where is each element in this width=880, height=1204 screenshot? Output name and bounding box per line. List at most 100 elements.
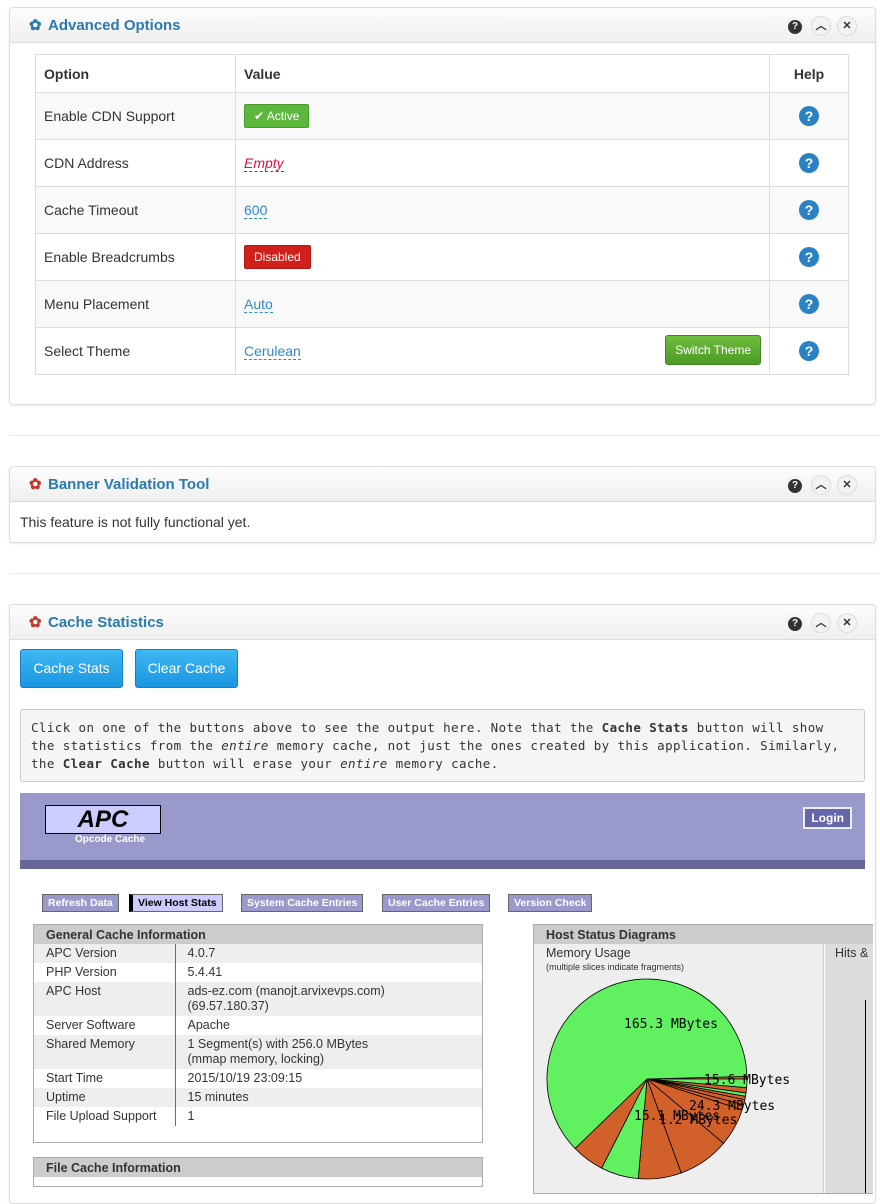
info-value: 5.4.41	[175, 963, 482, 982]
help-icon[interactable]: ?	[785, 614, 805, 634]
hits-label: Hits &	[835, 946, 869, 960]
pie-label: 1.2 MBytes	[659, 1113, 737, 1128]
table-row: File Upload Support 1	[34, 1107, 482, 1126]
active-toggle[interactable]: ✔ Active	[244, 104, 310, 128]
apc-logo-subtitle: Opcode Cache	[75, 834, 146, 845]
panel-header: ✿ Advanced Options ? ︿ ✕	[10, 8, 875, 43]
table-row: APC Host ads-ez.com (manojt.arvixevps.com…	[34, 982, 482, 1016]
help-icon[interactable]: ?	[799, 153, 819, 173]
apc-logo: APC	[45, 805, 161, 834]
collapse-icon[interactable]: ︿	[811, 613, 831, 633]
help-icon[interactable]: ?	[799, 200, 819, 220]
table-row: Cache Timeout 600 ?	[35, 186, 849, 234]
disabled-toggle[interactable]: Disabled	[244, 245, 311, 269]
table-row: Shared Memory 1 Segment(s) with 256.0 MBy…	[34, 1035, 482, 1069]
table-row: CDN Address Empty ?	[35, 139, 849, 187]
table-row: Enable CDN Support ✔ Active ?	[35, 92, 849, 140]
view-host-stats-tab[interactable]: View Host Stats	[129, 894, 223, 912]
table-row: Start Time 2015/10/19 23:09:15	[34, 1069, 482, 1088]
system-cache-entries-tab[interactable]: System Cache Entries	[241, 894, 364, 912]
gear-icon: ✿	[29, 476, 42, 493]
divider	[9, 435, 880, 436]
option-label: Select Theme	[35, 327, 236, 375]
info-key: APC Version	[34, 944, 176, 963]
hits-axis	[865, 1000, 866, 1193]
option-label: CDN Address	[35, 139, 236, 187]
banner-message: This feature is not fully functional yet…	[20, 514, 251, 530]
collapse-icon[interactable]: ︿	[811, 16, 831, 36]
pie-label: 15.6 MBytes	[704, 1073, 790, 1088]
panel-title: ✿ Cache Statistics	[29, 614, 164, 631]
help-icon[interactable]: ?	[785, 476, 805, 496]
info-value: 2015/10/19 23:09:15	[175, 1069, 482, 1088]
help-icon[interactable]: ?	[799, 341, 819, 361]
table-row: PHP Version 5.4.41	[34, 963, 482, 982]
close-icon[interactable]: ✕	[837, 475, 857, 495]
section-title: File Cache Information	[34, 1158, 482, 1177]
table-row: Server Software Apache	[34, 1016, 482, 1035]
info-value: ads-ez.com (manojt.arvixevps.com) (69.57…	[175, 982, 482, 1016]
cache-timeout-value[interactable]: 600	[244, 202, 268, 219]
info-value: 1	[175, 1107, 482, 1126]
table-row: APC Version 4.0.7	[34, 944, 482, 963]
memory-usage-cell: Memory Usage (multiple slices indicate f…	[534, 944, 824, 1193]
help-icon[interactable]: ?	[799, 106, 819, 126]
output-well: Click on one of the buttons above to see…	[20, 709, 865, 782]
divider	[9, 573, 880, 574]
option-label: Cache Timeout	[35, 186, 236, 234]
switch-theme-button[interactable]: Switch Theme	[665, 335, 761, 365]
info-value: 4.0.7	[175, 944, 482, 963]
col-help: Help	[769, 54, 849, 93]
table-row: Select Theme Cerulean Switch Theme ?	[35, 327, 849, 375]
info-key: Start Time	[34, 1069, 176, 1088]
menu-placement-value[interactable]: Auto	[244, 296, 273, 313]
info-key: PHP Version	[34, 963, 176, 982]
section-title: Host Status Diagrams	[534, 925, 873, 944]
info-value: Apache	[175, 1016, 482, 1035]
col-option: Option	[35, 54, 236, 93]
advanced-options-panel: ✿ Advanced Options ? ︿ ✕ Option Value Help …	[9, 7, 876, 405]
info-value: 1 Segment(s) with 256.0 MBytes (mmap mem…	[175, 1035, 482, 1069]
host-status-diagrams: Host Status Diagrams Memory Usage (multi…	[533, 924, 873, 1194]
info-key: Uptime	[34, 1088, 176, 1107]
gear-icon: ✿	[29, 17, 42, 34]
help-icon[interactable]: ?	[799, 294, 819, 314]
refresh-data-button[interactable]: Refresh Data	[42, 894, 119, 912]
info-key: Shared Memory	[34, 1035, 176, 1069]
col-value: Value	[235, 54, 770, 93]
option-label: Enable Breadcrumbs	[35, 233, 236, 281]
login-button[interactable]: Login	[803, 807, 852, 829]
clear-cache-button[interactable]: Clear Cache	[135, 649, 238, 688]
memory-pie-chart: 165.3 MBytes15.6 MBytes24.3 MBytes15.1 M…	[546, 978, 790, 1180]
general-cache-info: General Cache Information APC Version 4.0…	[33, 924, 483, 1143]
gear-icon: ✿	[29, 614, 42, 631]
section-title: General Cache Information	[34, 925, 482, 944]
theme-value[interactable]: Cerulean	[244, 343, 301, 360]
option-label: Enable CDN Support	[35, 92, 236, 140]
table-row: Enable Breadcrumbs Disabled ?	[35, 233, 849, 281]
options-table: Option Value Help Enable CDN Support ✔ A…	[35, 54, 849, 375]
info-key: Server Software	[34, 1016, 176, 1035]
hits-cell: Hits &	[825, 944, 873, 1193]
panel-header: ✿ Cache Statistics ? ︿ ✕	[10, 605, 875, 640]
version-check-tab[interactable]: Version Check	[508, 894, 593, 912]
cdn-address-value[interactable]: Empty	[244, 155, 284, 172]
collapse-icon[interactable]: ︿	[811, 475, 831, 495]
info-key: APC Host	[34, 982, 176, 1016]
panel-title: ✿ Advanced Options	[29, 17, 181, 34]
user-cache-entries-tab[interactable]: User Cache Entries	[382, 894, 491, 912]
panel-title: ✿ Banner Validation Tool	[29, 476, 210, 493]
help-icon[interactable]: ?	[785, 17, 805, 37]
cache-stats-button[interactable]: Cache Stats	[20, 649, 123, 688]
panel-header: ✿ Banner Validation Tool ? ︿ ✕	[10, 467, 875, 502]
info-key: File Upload Support	[34, 1107, 176, 1126]
option-label: Menu Placement	[35, 280, 236, 328]
close-icon[interactable]: ✕	[837, 16, 857, 36]
close-icon[interactable]: ✕	[837, 613, 857, 633]
memory-usage-label: Memory Usage	[546, 946, 631, 960]
general-info-table: APC Version 4.0.7 PHP Version 5.4.41 APC H…	[34, 944, 482, 1126]
banner-validation-panel: ✿ Banner Validation Tool ? ︿ ✕ This feature…	[9, 466, 876, 543]
help-icon[interactable]: ?	[799, 247, 819, 267]
file-cache-info: File Cache Information	[33, 1157, 483, 1187]
table-row: Uptime 15 minutes	[34, 1088, 482, 1107]
